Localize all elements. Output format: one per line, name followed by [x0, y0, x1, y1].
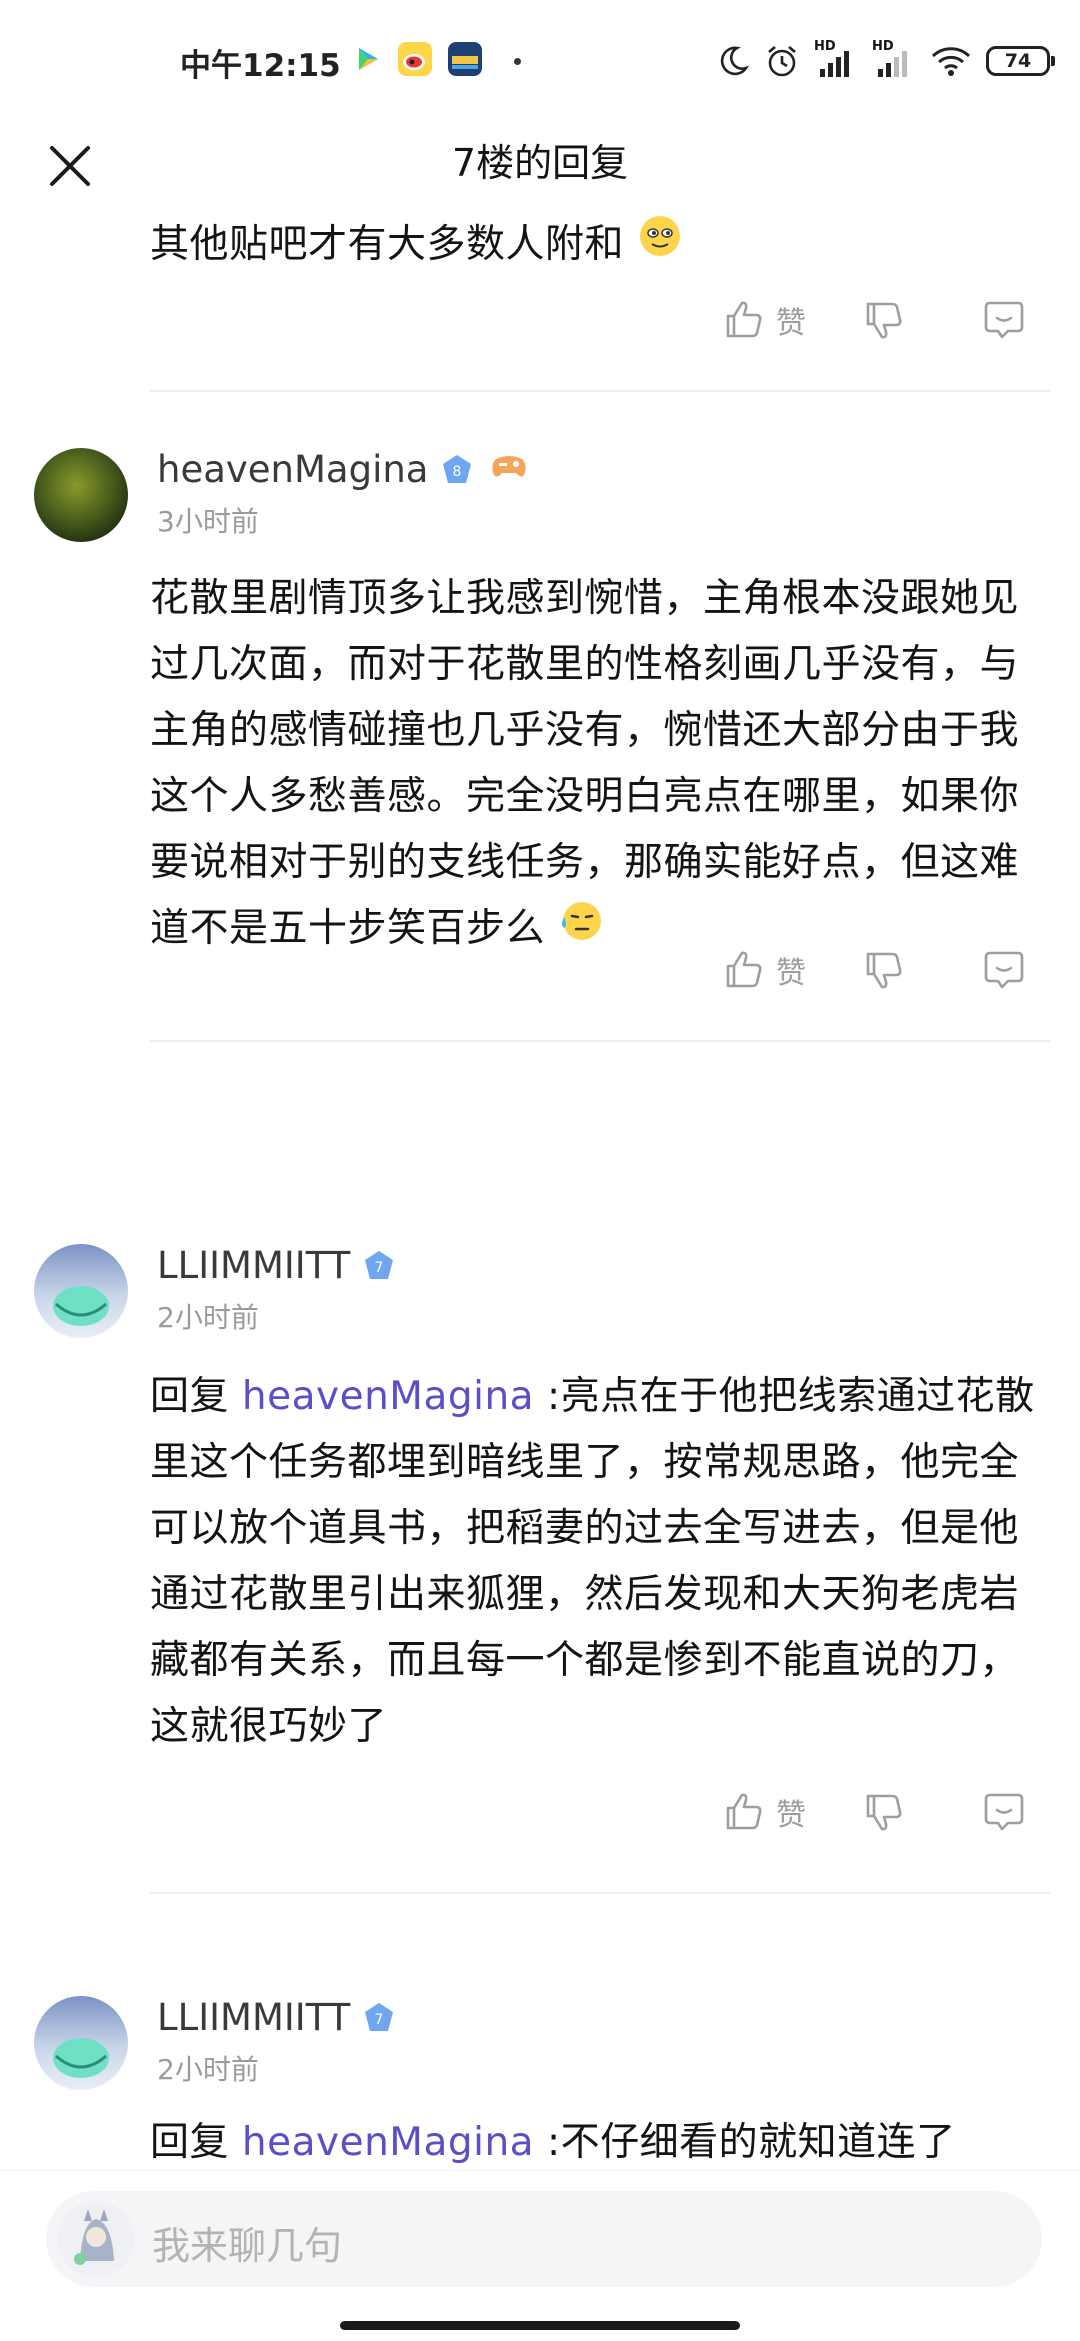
mention-link[interactable]: heavenMagina	[242, 2120, 534, 2165]
reply-text: 花散里剧情顶多让我感到惋惜，主角根本没跟她见过几次面，而对于花散里的性格刻画几乎…	[150, 566, 1035, 964]
reply-item: heavenMagina 8 3小时前 花散里剧情顶多让我感到惋惜，主角根本没跟…	[0, 436, 1080, 1042]
dislike-button[interactable]	[862, 288, 906, 352]
divider	[150, 390, 1050, 392]
like-label: 赞	[776, 1798, 806, 1833]
battery-indicator: 74	[986, 46, 1055, 76]
mention-link[interactable]: heavenMagina	[242, 1374, 534, 1419]
home-indicator[interactable]	[340, 2321, 740, 2330]
sweat-emoji	[558, 897, 604, 964]
bottom-input-bar: 我来聊几句	[0, 2170, 1080, 2341]
comment-input[interactable]: 我来聊几句	[46, 2191, 1042, 2287]
signal-hd-icon-2: HD	[872, 39, 916, 79]
video-app-icon	[350, 42, 384, 76]
signal-hd-icon-1: HD	[814, 39, 858, 79]
comment-button[interactable]	[982, 1780, 1026, 1844]
username[interactable]: LLIIMMIITT	[157, 1244, 350, 1287]
status-icons: HD HD 74	[716, 36, 1055, 86]
dislike-button[interactable]	[862, 1780, 906, 1844]
like-button[interactable]: 赞	[722, 288, 806, 352]
thumbs-up-icon	[726, 1793, 762, 1830]
avatar[interactable]	[34, 1244, 128, 1338]
dislike-button[interactable]	[862, 938, 906, 1002]
comment-button[interactable]	[982, 938, 1026, 1002]
input-placeholder: 我来聊几句	[152, 2224, 343, 2268]
smirk-emoji	[637, 213, 683, 280]
reply-actions: 赞	[660, 938, 1080, 1002]
svg-text:7: 7	[375, 2012, 384, 2028]
alarm-icon	[764, 43, 800, 79]
level-badge-icon: 8	[440, 453, 474, 487]
username-row: LLIIMMIITT 7	[157, 1244, 396, 1287]
post-time: 2小时前	[157, 2053, 259, 2086]
comment-icon	[984, 301, 1024, 339]
weibo-icon	[398, 42, 432, 76]
post-time: 3小时前	[157, 505, 259, 538]
thumbs-down-icon	[866, 302, 902, 339]
level-badge-icon: 7	[362, 2001, 396, 2035]
like-button[interactable]: 赞	[722, 938, 806, 1002]
reply-text: 回复 heavenMagina :亮点在于他把线索通过花散里这个任务都埋到暗线里…	[150, 1374, 1035, 1749]
header: 7楼的回复	[0, 126, 1080, 216]
reply-item: 其他贴吧才有大多数人附和 赞	[0, 210, 1080, 392]
like-label: 赞	[776, 306, 806, 341]
post-time: 2小时前	[157, 1301, 259, 1334]
status-bar: 中午12:15 HD HD 74	[0, 0, 1080, 126]
reply-actions: 赞	[660, 288, 1080, 352]
svg-text:7: 7	[375, 1260, 384, 1276]
level-badge-icon: 7	[362, 1249, 396, 1283]
comment-button[interactable]	[982, 288, 1026, 352]
moon-icon	[716, 44, 750, 78]
like-button[interactable]: 赞	[722, 1780, 806, 1844]
thumbs-down-icon	[866, 1794, 902, 1831]
hd-label-1: HD	[814, 39, 836, 54]
reply-text: 回复 heavenMagina :不仔细看的就知道连了	[150, 2120, 956, 2165]
page-title: 7楼的回复	[451, 141, 629, 185]
reply-actions: 赞	[660, 1780, 1080, 1844]
username[interactable]: LLIIMMIITT	[157, 1996, 350, 2039]
divider	[150, 1892, 1050, 1894]
thumbs-up-icon	[726, 301, 762, 338]
reply-text: 其他贴吧才有大多数人附和	[150, 212, 1035, 280]
username-row: LLIIMMIITT 7	[157, 1996, 396, 2039]
status-time: 中午12:15	[180, 48, 341, 84]
avatar[interactable]	[34, 1996, 128, 2090]
reply-list[interactable]: 其他贴吧才有大多数人附和 赞 heavenMagina 8 3小时前 花散里剧情…	[0, 210, 1080, 2180]
username-row: heavenMagina 8	[157, 448, 528, 491]
thumbs-down-icon	[866, 952, 902, 989]
gamepad-badge-icon	[490, 451, 528, 489]
notification-dot	[514, 58, 521, 65]
like-label: 赞	[776, 956, 806, 991]
game-app-icon	[448, 42, 482, 76]
username[interactable]: heavenMagina	[157, 448, 428, 491]
wifi-icon	[930, 44, 972, 78]
reply-item: LLIIMMIITT 7 2小时前 回复 heavenMagina :亮点在于他…	[0, 1244, 1080, 1962]
hd-label-2: HD	[872, 39, 894, 54]
reply-item: LLIIMMIITT 7 2小时前 回复 heavenMagina :不仔细看的…	[0, 1996, 1080, 2180]
avatar[interactable]	[34, 448, 128, 542]
svg-text:8: 8	[453, 464, 462, 480]
thumbs-up-icon	[726, 951, 762, 988]
comment-icon	[984, 1793, 1024, 1831]
my-avatar	[58, 2201, 134, 2277]
comment-icon	[984, 951, 1024, 989]
divider	[150, 1040, 1050, 1042]
